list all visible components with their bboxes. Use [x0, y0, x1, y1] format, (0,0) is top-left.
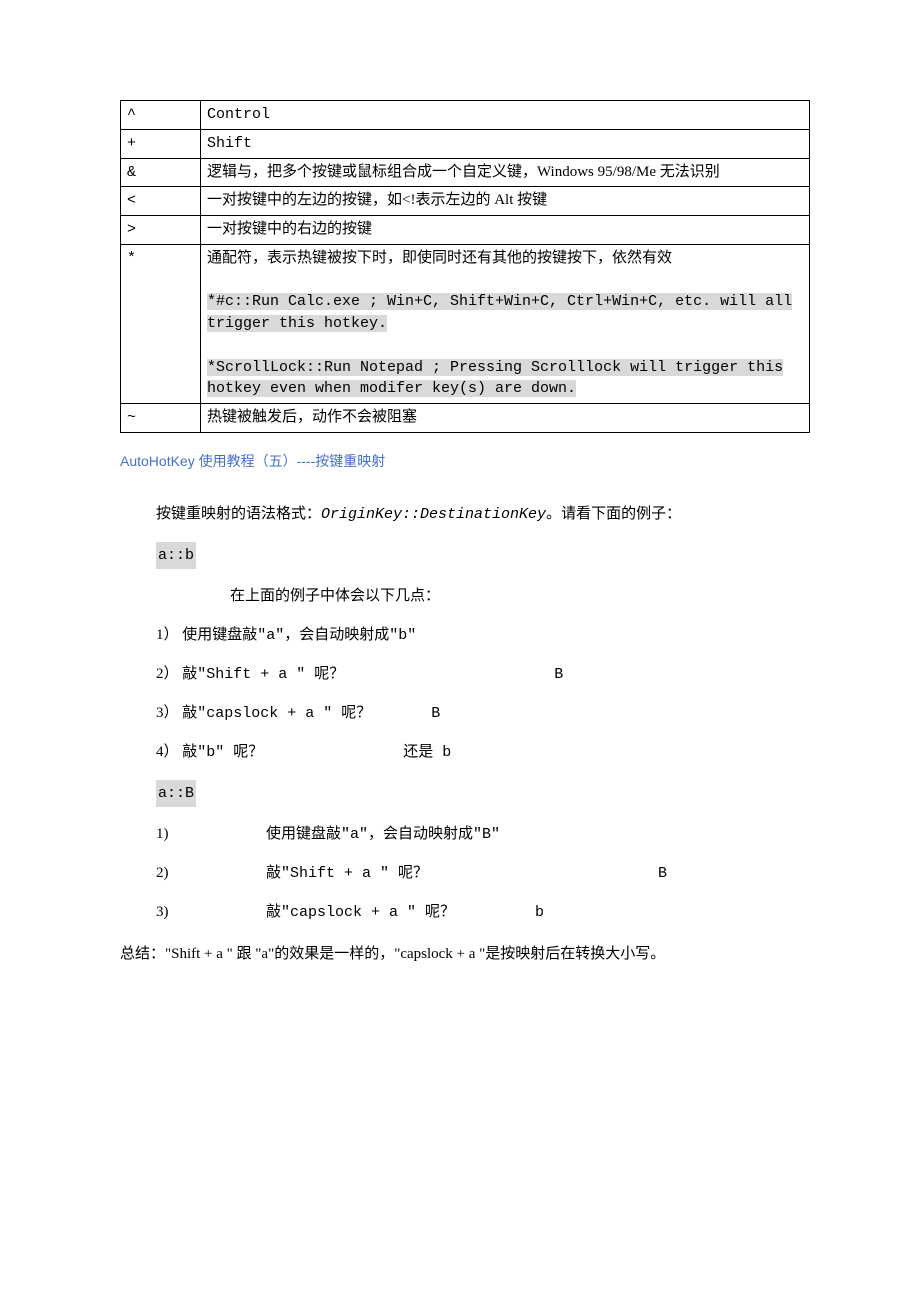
table-row: < 一对按键中的左边的按键，如<!表示左边的 Alt 按键: [121, 187, 810, 216]
list-item: 1)使用键盘敲"a"，会自动映射成"B": [156, 821, 810, 848]
desc-cell: Shift: [201, 129, 810, 158]
code-line: a::B: [156, 778, 810, 809]
code-example: a::B: [156, 780, 196, 807]
intro-syntax: OriginKey::DestinationKey: [321, 506, 546, 523]
symbol-cell: >: [121, 216, 201, 245]
list-item: 1） 使用键盘敲"a"，会自动映射成"b": [156, 622, 810, 649]
symbol-cell: ^: [121, 101, 201, 130]
list-item: 3)敲"capslock + a " 呢？ b: [156, 899, 810, 926]
symbol-cell: ~: [121, 404, 201, 433]
table-row: ^ Control: [121, 101, 810, 130]
intro-prefix: 按键重映射的语法格式：: [156, 506, 321, 522]
desc-cell: 一对按键中的右边的按键: [201, 216, 810, 245]
list-text: 使用键盘敲"a"，会自动映射成"B": [266, 826, 500, 843]
code-line: a::b: [156, 540, 810, 571]
summary-paragraph: 总结："Shift + a " 跟 "a"的效果是一样的，"capslock +…: [120, 942, 810, 968]
symbol-cell: +: [121, 129, 201, 158]
list-tail: B: [431, 705, 440, 722]
list-text: 使用键盘敲"a"，会自动映射成"b": [182, 627, 416, 644]
list-tail: B: [658, 865, 667, 882]
intro-suffix: 。请看下面的例子：: [546, 506, 681, 522]
table-row: ~ 热键被触发后，动作不会被阻塞: [121, 404, 810, 433]
list-text: 敲"b" 呢？: [182, 744, 263, 761]
symbol-cell: *: [121, 244, 201, 403]
list-number: 3): [156, 899, 266, 926]
list-number: 3）: [156, 705, 182, 721]
code-example: a::b: [156, 542, 196, 569]
list-number: 4）: [156, 744, 182, 760]
list-tail: 还是 b: [403, 744, 451, 761]
code-example: *#c::Run Calc.exe ; Win+C, Shift+Win+C, …: [207, 293, 792, 332]
list-item: 2） 敲"Shift + a " 呢？ B: [156, 661, 810, 688]
symbol-cell: <: [121, 187, 201, 216]
list-item: 3） 敲"capslock + a " 呢？ B: [156, 700, 810, 727]
list-text: 敲"Shift + a " 呢？: [266, 865, 428, 882]
hotkey-modifier-table: ^ Control + Shift & 逻辑与，把多个按键或鼠标组合成一个自定义…: [120, 100, 810, 433]
table-row: > 一对按键中的右边的按键: [121, 216, 810, 245]
table-row: & 逻辑与，把多个按键或鼠标组合成一个自定义键，Windows 95/98/Me…: [121, 158, 810, 187]
desc-cell: Control: [201, 101, 810, 130]
list-tail: b: [535, 904, 544, 921]
list-text: 敲"capslock + a " 呢？: [266, 904, 455, 921]
table-row: + Shift: [121, 129, 810, 158]
list-text: 敲"Shift + a " 呢？: [182, 666, 344, 683]
section-heading: AutoHotKey 使用教程（五）----按键重映射: [120, 451, 810, 471]
list-item: 2)敲"Shift + a " 呢？ B: [156, 860, 810, 887]
desc-cell: 热键被触发后，动作不会被阻塞: [201, 404, 810, 433]
desc-cell: 通配符，表示热键被按下时，即使同时还有其他的按键按下，依然有效 *#c::Run…: [201, 244, 810, 403]
symbol-cell: &: [121, 158, 201, 187]
list-number: 2）: [156, 666, 182, 682]
desc-cell: 逻辑与，把多个按键或鼠标组合成一个自定义键，Windows 95/98/Me 无…: [201, 158, 810, 187]
table-row: * 通配符，表示热键被按下时，即使同时还有其他的按键按下，依然有效 *#c::R…: [121, 244, 810, 403]
list-number: 1）: [156, 627, 182, 643]
code-example: *ScrollLock::Run Notepad ; Pressing Scro…: [207, 359, 783, 398]
list-number: 1): [156, 821, 266, 848]
intro-paragraph: 按键重映射的语法格式：OriginKey::DestinationKey。请看下…: [156, 501, 810, 528]
desc-cell: 一对按键中的左边的按键，如<!表示左边的 Alt 按键: [201, 187, 810, 216]
list-tail: B: [554, 666, 563, 683]
example-caption: 在上面的例子中体会以下几点：: [230, 583, 810, 610]
desc-text: 通配符，表示热键被按下时，即使同时还有其他的按键按下，依然有效: [207, 250, 672, 266]
list-text: 敲"capslock + a " 呢？: [182, 705, 371, 722]
list-item: 4） 敲"b" 呢？ 还是 b: [156, 739, 810, 766]
list-number: 2): [156, 860, 266, 887]
